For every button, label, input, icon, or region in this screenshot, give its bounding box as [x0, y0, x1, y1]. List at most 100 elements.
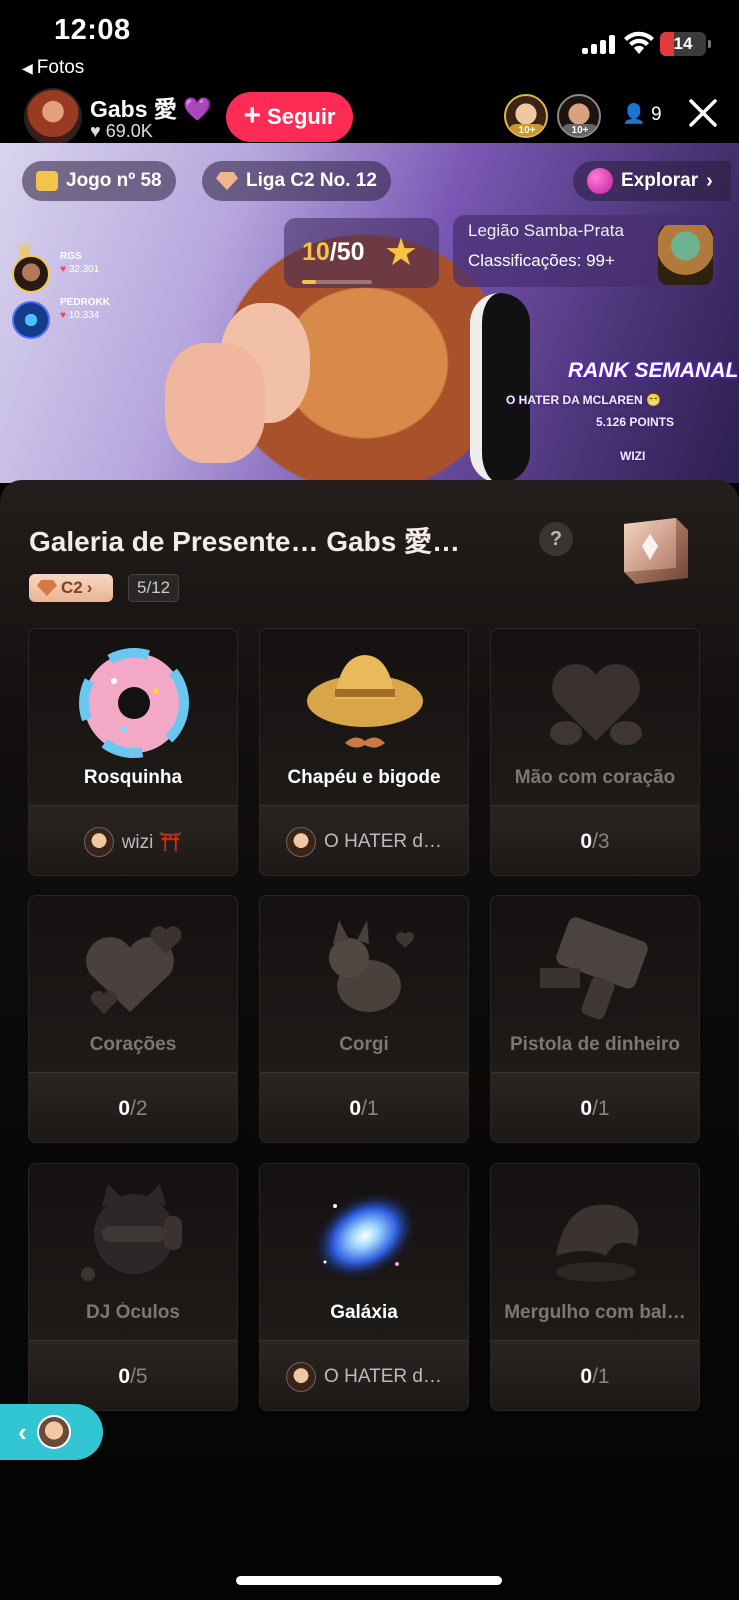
- gift-card[interactable]: Chapéu e bigode O HATER d…: [259, 628, 469, 876]
- chevron-right-icon: ›: [86, 578, 93, 597]
- game-label: Jogo nº 58: [66, 170, 162, 191]
- gift-name: Mergulho com bal…: [504, 1302, 686, 1323]
- gift-card-footer: 0/1: [491, 1340, 699, 1410]
- clock: 12:08: [54, 14, 131, 46]
- gift-card[interactable]: Mergulho com bal… 0/1: [490, 1163, 700, 1411]
- avatar: [286, 1361, 317, 1392]
- gift-card-footer: 0/1: [260, 1072, 468, 1142]
- diamond-icon: [37, 580, 57, 596]
- gift-progress: 0/5: [118, 1365, 147, 1389]
- top-viewer-avatar[interactable]: 10+: [504, 94, 548, 138]
- close-icon[interactable]: [686, 96, 720, 130]
- gift-progress-have: 0: [118, 1096, 131, 1120]
- star-goal-count: 10/50: [302, 238, 365, 267]
- top-sender-name: O HATER d…: [324, 830, 442, 852]
- star-icon: ★: [384, 232, 419, 274]
- money-gun-icon: [536, 908, 656, 1028]
- viewer-count[interactable]: 👤 9: [622, 102, 662, 126]
- explore-pill[interactable]: Explorar ›: [573, 161, 731, 201]
- gift-card[interactable]: Pistola de dinheiro 0/1: [490, 895, 700, 1143]
- host-avatar[interactable]: [24, 88, 82, 146]
- gift-name: Galáxia: [330, 1302, 398, 1323]
- video-streamer-hands: [165, 343, 265, 463]
- top-gifter-score: ♥ 10.334: [60, 310, 99, 321]
- gift-name: Pistola de dinheiro: [510, 1034, 680, 1055]
- gift-card-footer: O HATER d…: [260, 1340, 468, 1410]
- top-gifter-name: RGS: [60, 251, 82, 262]
- gift-progress-need: /2: [130, 1096, 148, 1120]
- gift-name: Chapéu e bigode: [287, 767, 441, 788]
- live-header: Gabs 愛 💜 ♥ 69.0K + Seguir 10+ 10+ 👤 9: [0, 88, 739, 146]
- top-gifter-score-value: 32.301: [68, 264, 100, 275]
- galaxy-icon: [305, 1176, 425, 1296]
- gift-card[interactable]: Corações 0/2: [28, 895, 238, 1143]
- gift-progress-need: /1: [592, 1096, 610, 1120]
- heart-icon: ♥: [60, 264, 69, 275]
- star-goal-progress: [302, 280, 372, 284]
- follow-button[interactable]: + Seguir: [226, 92, 353, 142]
- hat-mustache-icon: [305, 641, 425, 761]
- viewer-rank-badge: 10+: [509, 124, 545, 136]
- status-bar: 12:08 ◀ Fotos 14: [0, 0, 739, 90]
- weekly-rank-line: 5.126 POINTS: [596, 415, 675, 429]
- host-likes-count: 69.0K: [105, 121, 153, 141]
- gift-progress-need: /1: [361, 1096, 379, 1120]
- host-likes: ♥ 69.0K: [90, 121, 153, 142]
- battery-icon: 14: [660, 32, 711, 56]
- video-chair: [470, 293, 530, 483]
- back-app-label: Fotos: [36, 57, 85, 78]
- chevron-left-icon: ‹: [18, 1416, 27, 1447]
- game-pill[interactable]: Jogo nº 58: [22, 161, 176, 201]
- top-gifter-name: PEDROKK: [60, 297, 111, 308]
- back-to-app-link[interactable]: ◀ Fotos: [22, 57, 84, 79]
- home-indicator[interactable]: [236, 1576, 502, 1585]
- heart-icon: ♥: [60, 310, 69, 321]
- gift-card-footer: 0/3: [491, 805, 699, 875]
- league-badge[interactable]: C2 ›: [29, 574, 113, 602]
- follow-label: Seguir: [267, 104, 336, 129]
- hearts-icon: [74, 908, 194, 1028]
- top-gifter-avatar[interactable]: [12, 255, 50, 293]
- top-gifter-avatar[interactable]: [12, 301, 50, 339]
- donut-icon: [74, 641, 194, 761]
- gift-card-footer: 0/2: [29, 1072, 237, 1142]
- gift-card-footer: wizi ⛩️: [29, 805, 237, 875]
- game-icon: [36, 171, 58, 191]
- gift-card[interactable]: Rosquinha wizi ⛩️: [28, 628, 238, 876]
- avatar: [286, 826, 317, 857]
- gift-card[interactable]: DJ Óculos 0/5: [28, 1163, 238, 1411]
- gift-name: DJ Óculos: [86, 1302, 180, 1323]
- chevron-right-icon: ›: [706, 169, 713, 192]
- top-gifter-score: ♥ 32.301: [60, 264, 99, 275]
- person-icon: 👤: [622, 104, 646, 125]
- gift-card-footer: O HATER d…: [260, 805, 468, 875]
- gift-progress: 0/1: [580, 1097, 609, 1121]
- gift-name: Mão com coração: [514, 767, 676, 788]
- gift-card[interactable]: Galáxia O HATER d…: [259, 1163, 469, 1411]
- legion-card[interactable]: Legião Samba-Prata Classificações: 99+: [453, 215, 718, 287]
- plus-icon: +: [243, 98, 262, 132]
- gift-progress: 0/2: [118, 1097, 147, 1121]
- league-badge-label: C2: [61, 578, 83, 597]
- viewer-rank-badge: 10+: [562, 124, 598, 136]
- planet-icon: [587, 168, 613, 194]
- gift-progress-have: 0: [349, 1096, 362, 1120]
- help-button[interactable]: ?: [539, 522, 573, 556]
- gift-card[interactable]: Corgi 0/1: [259, 895, 469, 1143]
- host-name[interactable]: Gabs 愛 💜: [90, 90, 212, 124]
- avatar: [83, 826, 114, 857]
- collection-progress: 5/12: [128, 574, 180, 602]
- gift-progress: 0/3: [580, 830, 609, 854]
- live-video[interactable]: Jogo nº 58 Liga C2 No. 12 Explorar › 10/…: [0, 143, 739, 483]
- top-viewer-avatar[interactable]: 10+: [557, 94, 601, 138]
- diamond-icon: [216, 172, 238, 190]
- gift-card-footer: 0/5: [29, 1340, 237, 1410]
- heart-icon: ♥: [90, 121, 101, 141]
- gift-card[interactable]: Mão com coração 0/3: [490, 628, 700, 876]
- floating-collapse-button[interactable]: ‹: [0, 1404, 103, 1460]
- star-goal[interactable]: 10/50 ★: [284, 218, 439, 288]
- hand-heart-icon: [536, 641, 656, 761]
- league-pill[interactable]: Liga C2 No. 12: [202, 161, 391, 201]
- gift-name: Corgi: [339, 1034, 389, 1055]
- top-gifter-score-value: 10.334: [68, 310, 100, 321]
